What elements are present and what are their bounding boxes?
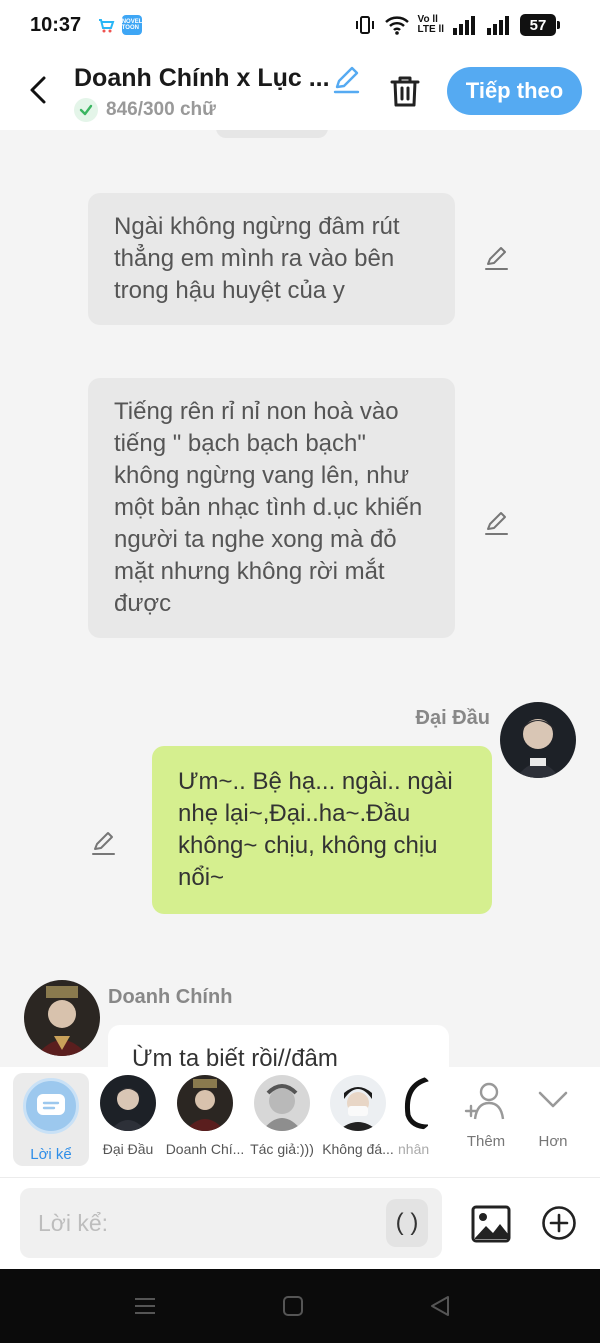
- status-time: 10:37: [30, 14, 82, 36]
- shop-icon: [96, 15, 116, 35]
- system-nav-bar: [0, 1269, 600, 1343]
- character-avatar: [254, 1075, 310, 1131]
- message-input-box: ( ): [20, 1188, 442, 1258]
- character-item[interactable]: Tác giả:))): [246, 1075, 318, 1167]
- delete-button[interactable]: [386, 72, 424, 110]
- home-nav-button[interactable]: [278, 1293, 308, 1319]
- more-actions-button[interactable]: [541, 1205, 577, 1241]
- back-triangle-icon: [431, 1296, 449, 1316]
- sender-name: Doanh Chính: [108, 986, 233, 1008]
- character-label: Đại Đầu: [102, 1141, 154, 1157]
- plus-circle-icon: [542, 1206, 576, 1240]
- character-avatar: [398, 1075, 436, 1131]
- narration-icon: [23, 1078, 79, 1134]
- edit-title-button[interactable]: [330, 64, 362, 96]
- battery-icon: 57: [520, 14, 560, 36]
- wifi-icon: [384, 16, 409, 35]
- back-button[interactable]: [22, 70, 54, 110]
- narrator-selector[interactable]: Lời kể: [13, 1073, 89, 1166]
- menu-nav-button[interactable]: [130, 1293, 160, 1319]
- character-avatar: [100, 1075, 156, 1131]
- word-count-text: 846/300 chữ: [106, 99, 216, 120]
- narration-message[interactable]: Tiếng rên rỉ nỉ non hoà vào tiếng " bạch…: [88, 378, 455, 638]
- image-icon: [471, 1205, 511, 1243]
- character-avatar: [177, 1075, 233, 1131]
- add-character-label: Thêm: [466, 1133, 506, 1150]
- character-item[interactable]: Đại Đầu: [98, 1075, 158, 1167]
- edit-message-button[interactable]: [482, 509, 510, 537]
- character-label: Tác giả:))): [250, 1141, 314, 1157]
- lte-indicator: Vo ll LTE ll: [417, 14, 444, 35]
- signal-icon-2: [487, 16, 509, 35]
- check-icon: [74, 98, 98, 122]
- word-count: 846/300 chữ: [74, 98, 216, 122]
- character-item[interactable]: Không đá...: [318, 1075, 398, 1167]
- pencil-icon: [333, 66, 360, 94]
- status-indicators: Vo ll LTE ll 57: [354, 14, 560, 36]
- character-bar: Lời kể Đại Đầu Doanh Chí... Tác giả:))) …: [0, 1067, 600, 1177]
- narration-message[interactable]: Ngài không ngừng đâm rút thẳng em mình r…: [88, 193, 455, 325]
- image-button[interactable]: [470, 1204, 512, 1244]
- character-avatar: [24, 980, 100, 1056]
- status-app-icons: NOVEL TOON: [96, 15, 142, 35]
- own-message-bubble[interactable]: Ưm~.. Bệ hạ... ngài.. ngài nhẹ lại~,Đại.…: [152, 746, 492, 914]
- menu-icon: [135, 1298, 155, 1314]
- more-button[interactable]: Hơn: [530, 1081, 576, 1150]
- character-avatar: [500, 702, 576, 778]
- signal-icon: [453, 16, 475, 35]
- character-avatar: [330, 1075, 386, 1131]
- pencil-icon: [485, 247, 508, 270]
- status-bar: 10:37 NOVEL TOON Vo ll LTE ll 57: [0, 0, 600, 54]
- pencil-icon: [485, 512, 508, 535]
- parentheses-button[interactable]: ( ): [386, 1199, 428, 1247]
- character-item[interactable]: Doanh Chí...: [164, 1075, 246, 1167]
- add-user-icon: [464, 1082, 505, 1120]
- trash-icon: [390, 76, 420, 107]
- character-label: nhân: [398, 1141, 430, 1157]
- chevron-left-icon: [30, 76, 46, 104]
- novel-toon-icon: NOVEL TOON: [122, 15, 142, 35]
- character-label: Không đá...: [322, 1141, 394, 1157]
- add-character-button[interactable]: Thêm: [462, 1081, 510, 1150]
- vibrate-icon: [355, 16, 374, 34]
- page-title: Doanh Chính x Lục ...: [74, 64, 330, 92]
- message-input[interactable]: [38, 1200, 378, 1246]
- avatar[interactable]: [24, 980, 100, 1056]
- chevron-down-icon: [538, 1091, 568, 1108]
- chat-area[interactable]: Ngài không ngừng đâm rút thẳng em mình r…: [0, 130, 600, 1067]
- character-label: Doanh Chí...: [165, 1141, 245, 1157]
- sender-name: Đại Đầu: [415, 707, 490, 729]
- avatar[interactable]: [500, 702, 576, 778]
- message-bubble[interactable]: Ừm ta biết rồi//đâm: [108, 1025, 449, 1067]
- previous-message-stub: [216, 130, 328, 138]
- input-bar: ( ): [0, 1177, 600, 1269]
- edit-message-button[interactable]: [89, 829, 117, 857]
- home-icon: [283, 1296, 303, 1316]
- next-button[interactable]: Tiếp theo: [447, 67, 582, 115]
- narrator-label: Lời kể: [30, 1146, 72, 1163]
- back-nav-button[interactable]: [426, 1293, 456, 1319]
- edit-message-button[interactable]: [482, 244, 510, 272]
- more-label: Hơn: [538, 1133, 568, 1150]
- pencil-icon: [92, 832, 115, 855]
- header: Doanh Chính x Lục ... 846/300 chữ Tiếp t…: [0, 54, 600, 130]
- character-item[interactable]: nhân: [398, 1075, 436, 1167]
